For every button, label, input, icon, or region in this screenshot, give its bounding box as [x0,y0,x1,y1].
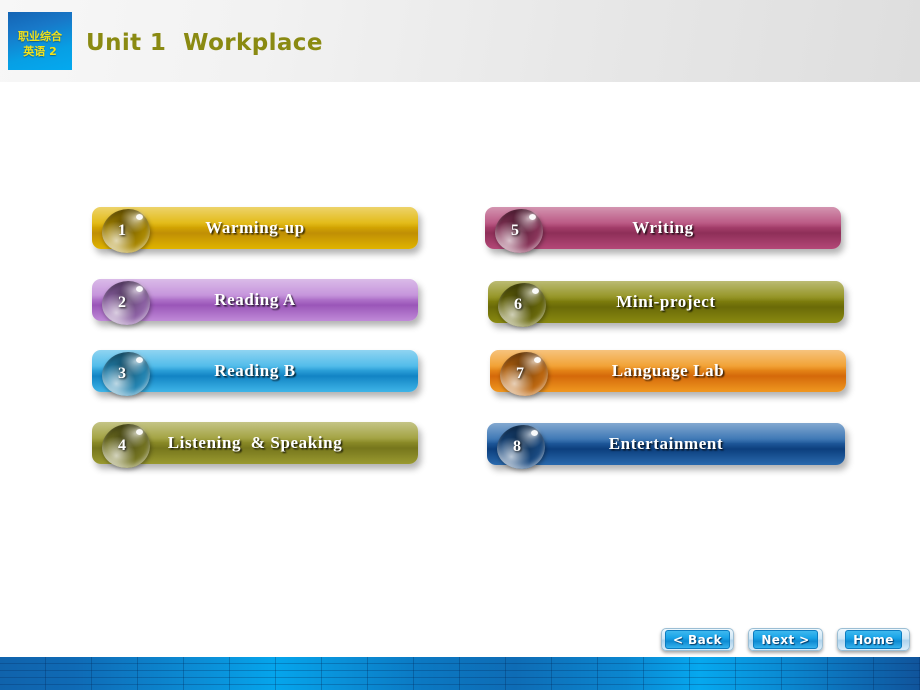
menu-number-droplet: 2 [102,281,150,325]
next-button-inner: Next > [753,630,818,649]
back-button-inner: < Back [665,630,730,649]
menu-number-droplet: 5 [495,209,543,253]
next-button[interactable]: Next > [748,628,823,651]
menu-number-droplet: 7 [500,352,548,396]
menu-button-2[interactable]: 2 Reading A [92,279,418,325]
back-button-label: < Back [673,632,722,647]
menu-number: 7 [516,365,524,382]
footer-bar [0,657,920,690]
menu-button-1[interactable]: 1 Warming-up [92,207,418,253]
menu-number-droplet: 1 [102,209,150,253]
menu-button-8[interactable]: 8 Entertainment [487,423,845,469]
footer-vertical-lines [0,657,920,690]
page-header: 职业综合 英语 2 Unit 1 Workplace [0,0,920,82]
menu-number: 3 [118,365,126,382]
logo-line-1: 职业综合 [18,30,62,43]
menu-number: 1 [118,222,126,239]
menu-number: 2 [118,294,126,311]
menu-button-3[interactable]: 3 Reading B [92,350,418,396]
next-button-label: Next > [761,632,810,647]
home-button-label: Home [853,632,894,647]
menu-number: 4 [118,437,126,454]
course-logo: 职业综合 英语 2 [8,12,72,70]
menu-number-droplet: 8 [497,425,545,469]
back-button[interactable]: < Back [661,628,734,651]
menu-button-6[interactable]: 6 Mini-project [488,281,844,327]
menu-number-droplet: 6 [498,283,546,327]
home-button-inner: Home [845,630,902,649]
menu-number-droplet: 3 [102,352,150,396]
menu-number: 6 [514,296,522,313]
menu-number: 8 [513,438,521,455]
home-button[interactable]: Home [837,628,910,651]
menu-button-5[interactable]: 5 Writing [485,207,841,253]
menu-number-droplet: 4 [102,424,150,468]
menu-button-7[interactable]: 7 Language Lab [490,350,846,396]
page-title: Unit 1 Workplace [86,30,323,56]
logo-line-2: 英语 2 [23,45,57,58]
menu-number: 5 [511,222,519,239]
menu-button-4[interactable]: 4 Listening & Speaking [92,422,418,468]
